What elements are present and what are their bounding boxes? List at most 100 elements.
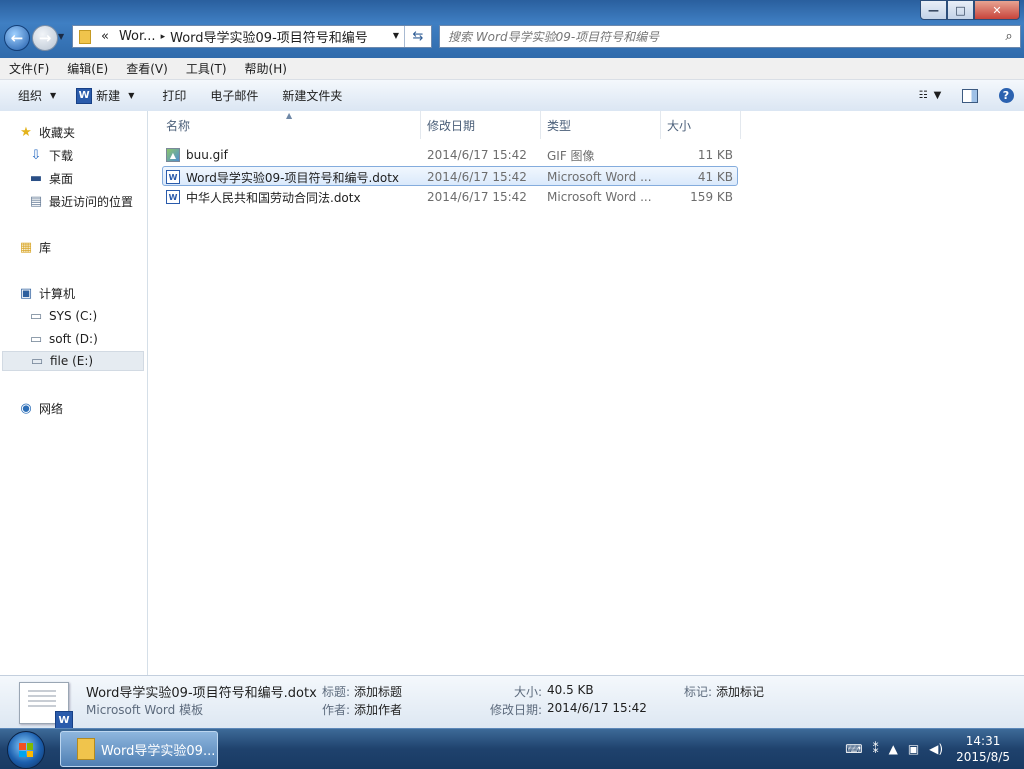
- organize-button[interactable]: 组织 ▼: [8, 87, 66, 104]
- column-header-name[interactable]: 名称: [161, 111, 421, 139]
- view-list-icon: ☷: [918, 90, 928, 101]
- chevron-down-icon: ▼: [933, 90, 942, 101]
- menu-view[interactable]: 查看(V): [117, 60, 177, 77]
- recent-places-icon: ▤: [29, 193, 43, 209]
- nav-recent-places[interactable]: ▤ 最近访问的位置: [28, 191, 133, 211]
- menu-tools[interactable]: 工具(T): [177, 60, 236, 77]
- nav-libraries[interactable]: ▦ 库: [18, 237, 51, 257]
- file-type: GIF 图像: [547, 148, 595, 163]
- breadcrumb-item-parent[interactable]: Wor...: [114, 29, 161, 44]
- details-modified-label: 修改日期:: [490, 703, 543, 717]
- arrow-left-icon: ←: [10, 29, 24, 47]
- nav-computer[interactable]: ▣ 计算机: [18, 283, 75, 303]
- close-button[interactable]: ✕: [974, 0, 1020, 20]
- clock-date: 2015/8/5: [956, 750, 1010, 764]
- details-author-value[interactable]: 添加作者: [354, 701, 402, 718]
- change-view-button[interactable]: ☷ ▼: [908, 90, 952, 101]
- nav-label: 最近访问的位置: [49, 194, 134, 209]
- download-folder-icon: ⇩: [30, 147, 42, 163]
- clock-time: 14:31: [965, 734, 1001, 748]
- maximize-button[interactable]: □: [947, 0, 974, 20]
- details-size-value: 40.5 KB: [547, 683, 594, 697]
- breadcrumb-item-current[interactable]: Word导学实验09-项目符号和编号: [165, 27, 373, 46]
- nav-label: SYS (C:): [49, 309, 98, 323]
- word-icon: W: [55, 711, 73, 729]
- word-template-icon: W: [166, 170, 180, 184]
- nav-drive-e[interactable]: ▭ file (E:): [2, 351, 144, 371]
- file-name: 中华人民共和国劳动合同法.dotx: [186, 190, 361, 205]
- keyboard-icon[interactable]: ⌨: [845, 742, 862, 756]
- details-modified-value: 2014/6/17 15:42: [547, 701, 647, 715]
- column-header-modified[interactable]: 修改日期: [422, 111, 541, 139]
- nav-downloads[interactable]: ⇩ 下载: [28, 145, 73, 165]
- nav-label: 计算机: [39, 286, 76, 301]
- nav-desktop[interactable]: ▬ 桌面: [28, 168, 73, 188]
- network-icon: ◉: [20, 400, 32, 416]
- volume-icon[interactable]: ◀): [929, 742, 943, 756]
- preview-pane-icon: [962, 88, 978, 103]
- help-button[interactable]: ?: [988, 88, 1024, 103]
- taskbar: Word导学实验09... ⌨ ⁑ ▲ ▣ ◀) 14:31 2015/8/5: [0, 728, 1024, 769]
- computer-icon: ▣: [19, 285, 33, 301]
- file-row[interactable]: ▲ buu.gif 2014/6/17 15:42 GIF 图像 11 KB: [162, 145, 738, 165]
- details-title-label: 标题:: [322, 685, 351, 699]
- folder-icon: [77, 738, 95, 760]
- back-button[interactable]: ←: [4, 25, 30, 51]
- nav-label: file (E:): [50, 354, 94, 368]
- refresh-button[interactable]: ⇆: [404, 26, 431, 47]
- menu-bar: 文件(F) 编辑(E) 查看(V) 工具(T) 帮助(H): [0, 58, 1024, 80]
- word-icon: W: [76, 87, 93, 104]
- search-input[interactable]: [440, 28, 998, 45]
- search-box[interactable]: ⌕: [439, 25, 1021, 48]
- navigation-pane: ★ 收藏夹 ⇩ 下载 ▬ 桌面 ▤ 最近访问的位置 ▦ 库 ▣ 计算机 ▭ SY…: [0, 111, 148, 675]
- library-icon: ▦: [19, 239, 33, 255]
- details-tags-value[interactable]: 添加标记: [716, 683, 764, 700]
- column-header-type[interactable]: 类型: [542, 111, 661, 139]
- file-list: ▲ 名称 修改日期 类型 大小 ▲ buu.gif 2014/6/17 15:4…: [148, 111, 1024, 675]
- details-title-value[interactable]: 添加标题: [354, 683, 402, 700]
- address-bar[interactable]: « Wor... ▸ Word导学实验09-项目符号和编号 ▼ ⇆: [72, 25, 432, 48]
- nav-drive-d[interactable]: ▭ soft (D:): [28, 329, 98, 349]
- drive-icon: ▭: [29, 331, 43, 347]
- details-tags-label: 标记:: [684, 685, 713, 699]
- show-hidden-icons-icon[interactable]: ▲: [889, 742, 898, 756]
- print-button[interactable]: 打印: [152, 87, 196, 104]
- nav-network[interactable]: ◉ 网络: [18, 398, 63, 418]
- email-button[interactable]: 电子邮件: [200, 87, 268, 104]
- column-header-size[interactable]: 大小: [662, 111, 741, 139]
- menu-edit[interactable]: 编辑(E): [58, 60, 117, 77]
- search-icon[interactable]: ⌕: [998, 29, 1020, 44]
- preview-pane-button[interactable]: [952, 88, 988, 103]
- address-dropdown-icon[interactable]: ▼: [393, 31, 399, 40]
- nav-label: 桌面: [49, 171, 74, 186]
- menu-file[interactable]: 文件(F): [0, 60, 58, 77]
- minimize-button[interactable]: —: [920, 0, 947, 20]
- nav-label: 库: [39, 240, 52, 255]
- file-name: Word导学实验09-项目符号和编号.dotx: [186, 170, 400, 185]
- input-method-icon[interactable]: ⁑: [873, 742, 879, 756]
- taskbar-item-explorer[interactable]: Word导学实验09...: [60, 731, 218, 767]
- file-thumbnail: W: [19, 682, 73, 729]
- recent-pages-dropdown[interactable]: ▼: [58, 32, 64, 41]
- breadcrumb-overflow[interactable]: «: [96, 29, 114, 44]
- network-status-icon[interactable]: ▣: [908, 742, 919, 756]
- clock[interactable]: 14:31 2015/8/5: [956, 733, 1010, 765]
- forward-button[interactable]: →: [32, 25, 58, 51]
- file-type: Microsoft Word ...: [547, 190, 652, 204]
- windows-logo-icon: [19, 743, 33, 757]
- file-row[interactable]: W 中华人民共和国劳动合同法.dotx 2014/6/17 15:42 Micr…: [162, 187, 738, 207]
- details-filename: Word导学实验09-项目符号和编号.dotx: [86, 686, 317, 701]
- file-row-selected[interactable]: W Word导学实验09-项目符号和编号.dotx 2014/6/17 15:4…: [162, 166, 738, 186]
- details-author-label: 作者:: [322, 703, 351, 717]
- system-tray: ⌨ ⁑ ▲ ▣ ◀) 14:31 2015/8/5: [840, 729, 1024, 769]
- start-button[interactable]: [7, 731, 45, 769]
- file-modified: 2014/6/17 15:42: [427, 190, 527, 204]
- word-template-icon: W: [166, 190, 180, 204]
- nav-favorites[interactable]: ★ 收藏夹: [18, 122, 75, 142]
- menu-help[interactable]: 帮助(H): [236, 60, 296, 77]
- drive-icon: ▭: [30, 353, 44, 369]
- new-button[interactable]: W 新建 ▼: [66, 87, 144, 104]
- nav-drive-c[interactable]: ▭ SYS (C:): [28, 306, 97, 326]
- new-folder-button[interactable]: 新建文件夹: [272, 87, 352, 104]
- title-bar: — □ ✕ ← → ▼ « Wor... ▸ Word导学实验09-项目符号和编…: [0, 0, 1024, 58]
